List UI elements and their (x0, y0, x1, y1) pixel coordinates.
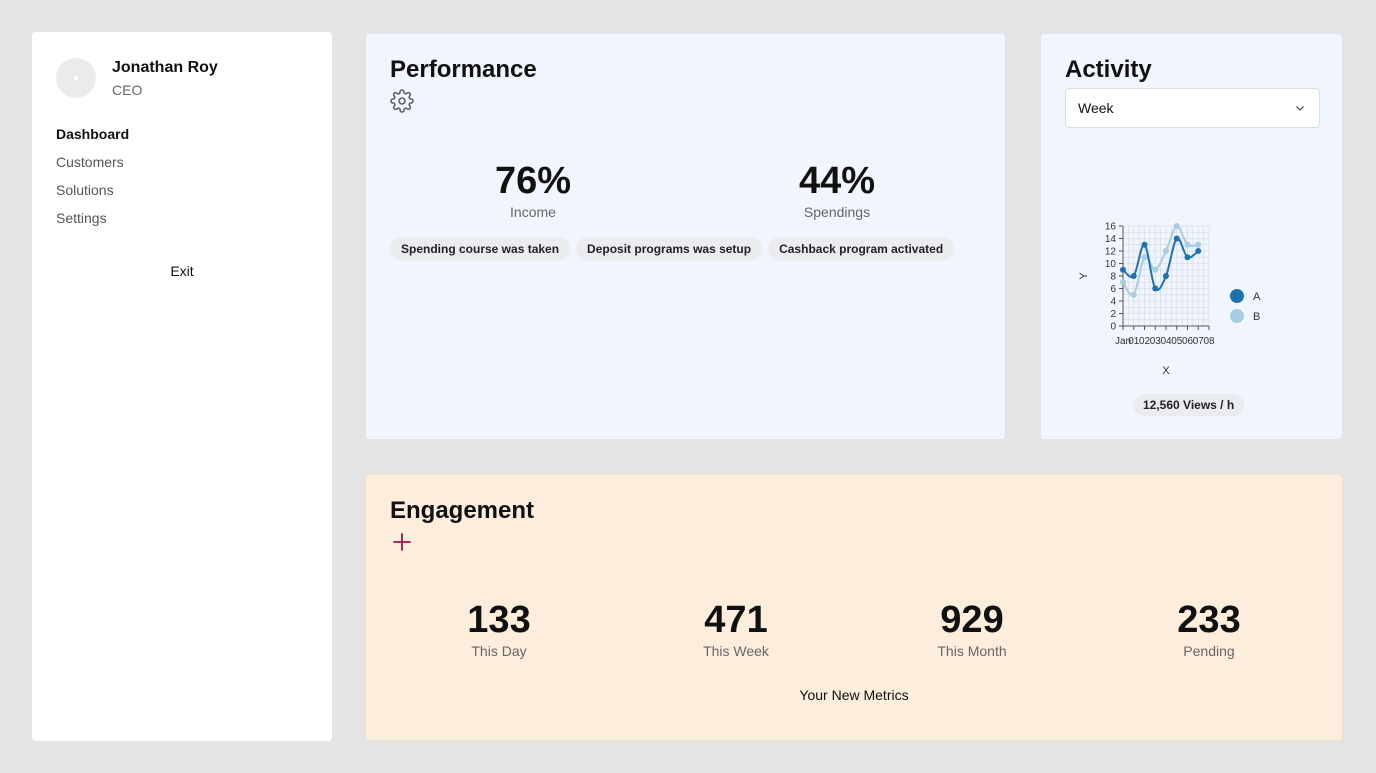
sidebar: Jonathan Roy CEO Dashboard Customers Sol… (32, 32, 332, 741)
pending-stat: 233 Pending (1109, 599, 1309, 659)
data-point-b (1173, 223, 1180, 229)
this-month-label: This Month (937, 643, 1007, 659)
data-point-a (1163, 273, 1169, 279)
tag: Spending course was taken (390, 237, 571, 261)
this-week-value: 471 (704, 599, 768, 641)
avatar (56, 58, 96, 98)
period-select-value: Week (1078, 100, 1114, 116)
engagement-title: Engagement (390, 497, 535, 524)
spendings-label: Spendings (803, 204, 871, 220)
performance-card: Performance 76% Income 44% Spendings Spe… (365, 33, 1006, 440)
spendings-value: 44% (798, 160, 876, 202)
sidebar-item-dashboard[interactable]: Dashboard (56, 125, 129, 153)
data-point-a (1184, 254, 1191, 261)
income-stat: 76% Income (433, 160, 633, 220)
this-day-stat: 133 This Day (399, 599, 599, 659)
activity-card: Activity Week 0 2 4 6 8 10 12 14 16 Jan 01 02 03 04 05… (1040, 33, 1343, 440)
y-tick-label: 12 (1105, 247, 1117, 258)
data-point-b (1163, 248, 1169, 254)
y-tick-label: 4 (1110, 297, 1116, 308)
x-tick-label: 08 (1203, 336, 1215, 347)
exit-button[interactable]: Exit (32, 263, 332, 279)
tag-list: Spending course was taken Deposit progra… (390, 237, 955, 261)
user-role: CEO (112, 82, 143, 98)
activity-chart: 0246810121416Jan01 02 03 04 05 06 07 08XYAB (1078, 222, 1261, 378)
sidebar-nav: Dashboard Customers Solutions Settings (56, 125, 129, 237)
this-week-label: This Week (703, 643, 769, 659)
data-point-b (1184, 241, 1191, 248)
legend-marker-b (1230, 309, 1244, 323)
data-point-b (1130, 291, 1137, 298)
chevron-down-icon (1296, 106, 1304, 111)
data-point-a (1141, 241, 1148, 248)
this-month-stat: 929 This Month (872, 599, 1072, 659)
tag: Deposit programs was setup (576, 237, 763, 261)
views-badge: 12,560 Views / h (1133, 394, 1245, 416)
plus-icon[interactable] (390, 530, 414, 554)
data-point-b (1120, 279, 1126, 286)
legend-label-a: A (1253, 291, 1261, 303)
tag: Cashback program activated (768, 237, 955, 261)
engagement-card: Engagement 133 This Day 471 This Week 92… (365, 474, 1343, 741)
performance-title: Performance (390, 56, 537, 83)
activity-title: Activity (1065, 56, 1152, 83)
this-week-stat: 471 This Week (636, 599, 836, 659)
data-point-a (1173, 235, 1180, 242)
income-value: 76% (494, 160, 572, 202)
data-point-a (1195, 248, 1202, 254)
data-point-a (1120, 266, 1126, 273)
data-point-b (1152, 266, 1159, 273)
period-select[interactable]: Week (1065, 88, 1320, 128)
user-name: Jonathan Roy (112, 59, 218, 76)
gear-icon[interactable] (390, 89, 414, 113)
income-label: Income (510, 204, 556, 220)
x-axis-label: X (1162, 365, 1170, 377)
y-tick-label: 6 (1110, 284, 1116, 295)
data-point-a (1130, 273, 1137, 279)
data-point-b (1141, 254, 1148, 261)
this-day-label: This Day (471, 643, 527, 659)
y-tick-label: 10 (1105, 259, 1117, 270)
data-point-b (1195, 241, 1202, 248)
spendings-stat: 44% Spendings (737, 160, 937, 220)
y-tick-label: 8 (1110, 272, 1116, 283)
this-month-value: 929 (940, 599, 1004, 641)
y-tick-label: 0 (1110, 322, 1116, 333)
y-axis-label: Y (1078, 272, 1090, 280)
sidebar-item-solutions[interactable]: Solutions (56, 181, 129, 209)
y-tick-label: 2 (1110, 309, 1116, 320)
sidebar-item-customers[interactable]: Customers (56, 153, 129, 181)
pending-label: Pending (1183, 643, 1235, 659)
pending-value: 233 (1177, 599, 1241, 641)
legend-marker-a (1230, 289, 1244, 303)
this-day-value: 133 (467, 599, 531, 641)
y-tick-label: 16 (1105, 222, 1117, 233)
legend-label-b: B (1253, 311, 1260, 323)
metrics-footer: Your New Metrics (799, 687, 909, 703)
sidebar-item-settings[interactable]: Settings (56, 209, 129, 237)
y-tick-label: 14 (1105, 234, 1117, 245)
data-point-a (1152, 285, 1159, 292)
